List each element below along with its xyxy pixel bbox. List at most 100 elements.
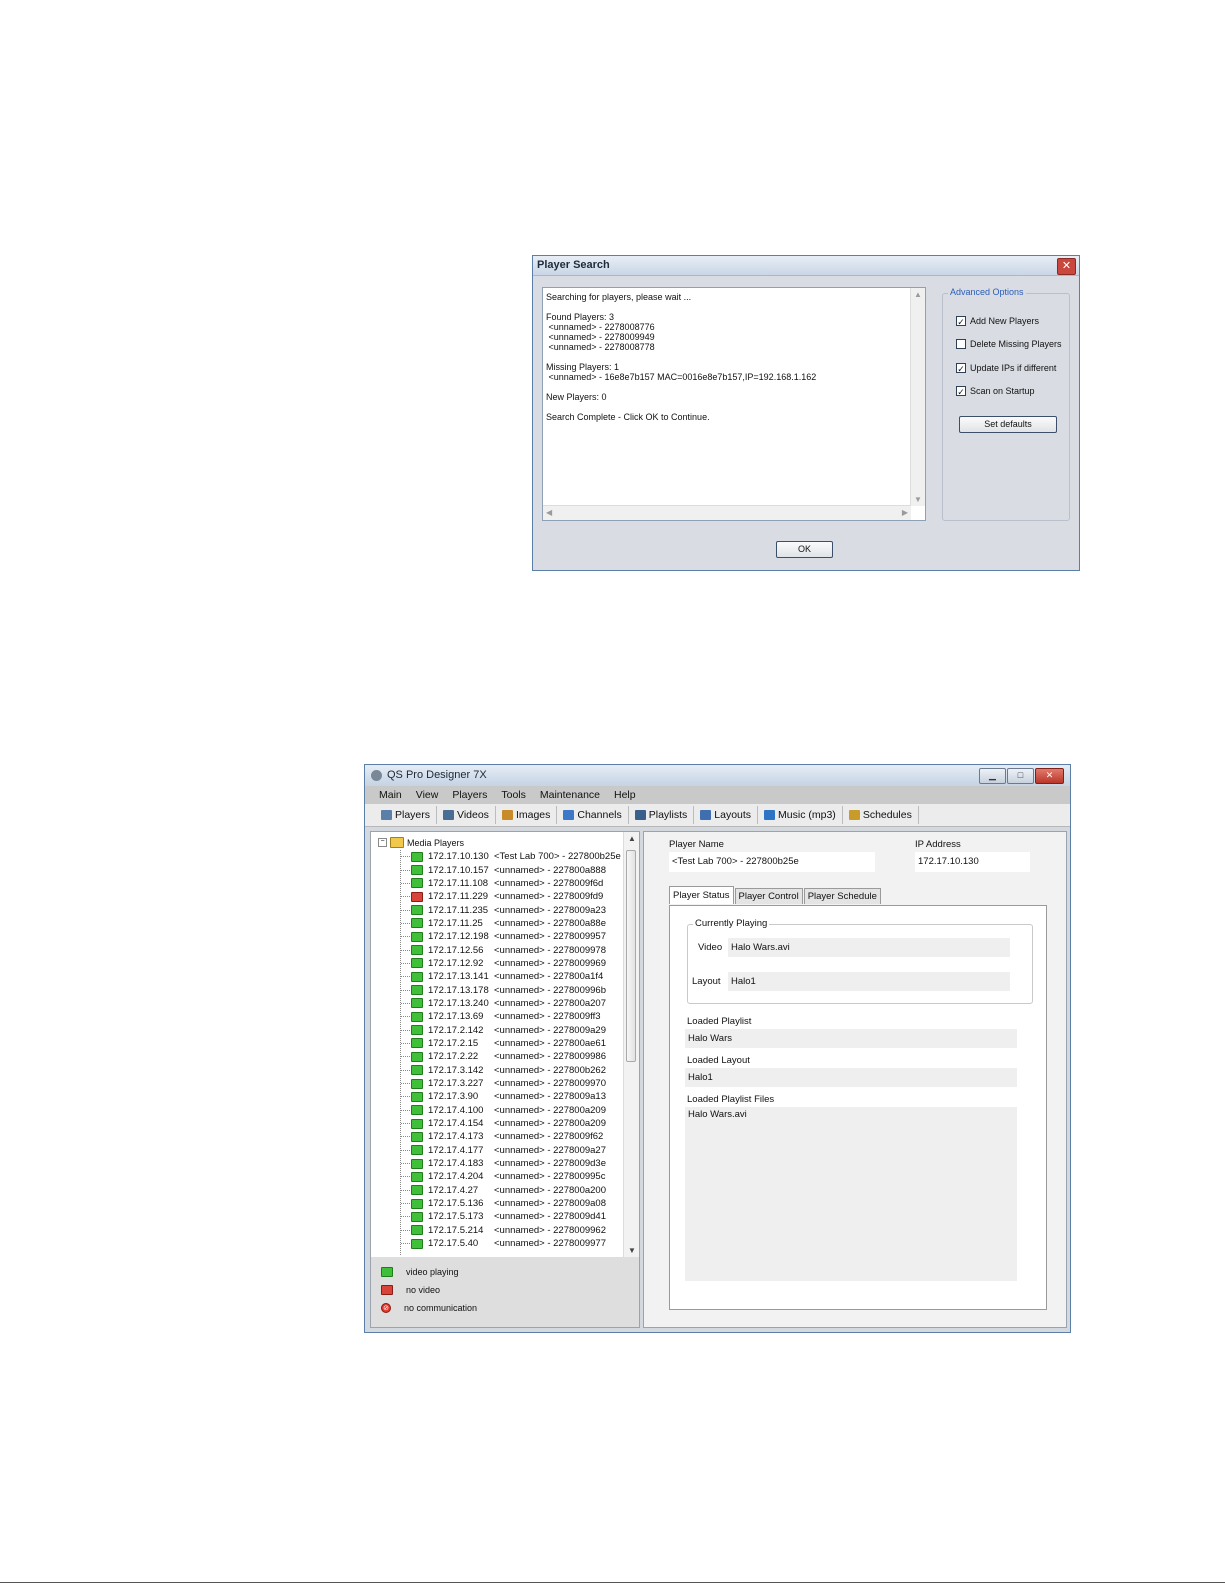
player-row[interactable]: 172.17.12.56 <unnamed> - 2278009978 <box>401 943 621 956</box>
player-name: <unnamed> - 2278009970 <box>494 1078 606 1090</box>
option-checkbox-row[interactable]: Delete Missing Players <box>956 339 1062 349</box>
player-row[interactable]: 172.17.3.227 <unnamed> - 2278009970 <box>401 1077 621 1090</box>
loaded-playlist-files-list[interactable]: Halo Wars.avi <box>685 1107 1017 1281</box>
horizontal-scrollbar[interactable]: ◀ ▶ <box>543 505 911 520</box>
close-icon[interactable]: ✕ <box>1035 768 1064 784</box>
player-row[interactable]: 172.17.3.90 <unnamed> - 2278009a13 <box>401 1090 621 1103</box>
player-row[interactable]: 172.17.11.108 <unnamed> - 2278009f6d <box>401 877 621 890</box>
scroll-down-icon[interactable]: ▼ <box>628 1246 636 1255</box>
toolbar-button[interactable]: Playlists <box>629 806 695 824</box>
player-row[interactable]: 172.17.10.157 <unnamed> - 227800a888 <box>401 863 621 876</box>
player-row[interactable]: 172.17.4.173 <unnamed> - 2278009f62 <box>401 1130 621 1143</box>
player-row[interactable]: 172.17.4.183 <unnamed> - 2278009d3e <box>401 1157 621 1170</box>
set-defaults-button[interactable]: Set defaults <box>959 416 1057 433</box>
log-line: <unnamed> - 2278009949 <box>546 332 655 342</box>
maximize-icon[interactable]: □ <box>1007 768 1034 784</box>
scroll-down-icon[interactable]: ▼ <box>914 495 922 504</box>
monitor-green-icon <box>411 1238 423 1249</box>
player-row[interactable]: 172.17.2.142 <unnamed> - 2278009a29 <box>401 1023 621 1036</box>
advanced-options-group: Advanced Options ✓ Add New Players Delete … <box>942 287 1070 521</box>
detail-tab[interactable]: Player Control <box>734 888 803 904</box>
player-row[interactable]: 172.17.5.173 <unnamed> - 2278009d41 <box>401 1210 621 1223</box>
toolbar-button[interactable]: Players <box>375 806 438 824</box>
player-row[interactable]: 172.17.4.204 <unnamed> - 227800995c <box>401 1170 621 1183</box>
tree-scrollbar[interactable]: ▲ ▼ <box>623 832 639 1257</box>
player-ip: 172.17.4.154 <box>428 1118 484 1130</box>
checkbox-unchecked-icon[interactable] <box>956 339 966 349</box>
ip-address-field[interactable]: 172.17.10.130 <box>915 852 1030 872</box>
window-title-bar[interactable]: QS Pro Designer 7X ▁ □ ✕ <box>365 765 1070 786</box>
player-row[interactable]: 172.17.13.141 <unnamed> - 227800a1f4 <box>401 970 621 983</box>
toolbar-button[interactable]: Layouts <box>694 806 759 824</box>
player-row[interactable]: 172.17.13.240 <unnamed> - 227800a207 <box>401 997 621 1010</box>
toolbar-button[interactable]: Videos <box>437 806 496 824</box>
player-row[interactable]: 172.17.2.15 <unnamed> - 227800ae61 <box>401 1037 621 1050</box>
player-name: <unnamed> - 2278009969 <box>494 957 606 969</box>
player-row[interactable]: 172.17.5.214 <unnamed> - 2278009962 <box>401 1224 621 1237</box>
checkbox-checked-icon[interactable]: ✓ <box>956 316 966 327</box>
search-log[interactable]: Searching for players, please wait ... Fo… <box>542 287 926 521</box>
detail-tab[interactable]: Player Schedule <box>803 888 881 904</box>
player-row[interactable]: 172.17.5.40 <unnamed> - 2278009977 <box>401 1237 621 1250</box>
player-name: <unnamed> - 227800a88e <box>494 917 606 929</box>
tree-connector <box>401 1216 410 1218</box>
checkbox-checked-icon[interactable]: ✓ <box>956 363 966 374</box>
monitor-green-icon <box>411 998 423 1009</box>
players-tree[interactable]: − Media Players 172.17.10.130 <Test Lab 7… <box>371 832 623 1257</box>
player-row[interactable]: 172.17.4.100 <unnamed> - 227800a209 <box>401 1104 621 1117</box>
player-ip: 172.17.3.90 <box>428 1091 479 1103</box>
player-row[interactable]: 172.17.13.69 <unnamed> - 2278009ff3 <box>401 1010 621 1023</box>
player-row[interactable]: 172.17.11.235 <unnamed> - 2278009a23 <box>401 903 621 916</box>
tree-root[interactable]: − Media Players <box>378 837 464 848</box>
player-row[interactable]: 172.17.3.142 <unnamed> - 227800b262 <box>401 1064 621 1077</box>
player-row[interactable]: 172.17.4.27 <unnamed> - 227800a200 <box>401 1184 621 1197</box>
vertical-scrollbar[interactable]: ▲ ▼ <box>910 288 925 506</box>
option-checkbox-row[interactable]: ✓ Update IPs if different <box>956 363 1056 374</box>
tree-connector <box>401 936 410 938</box>
scroll-right-icon[interactable]: ▶ <box>902 508 908 517</box>
toolbar-button[interactable]: Channels <box>557 806 629 824</box>
player-row[interactable]: 172.17.12.92 <unnamed> - 2278009969 <box>401 957 621 970</box>
menu-item[interactable]: Maintenance <box>540 789 600 801</box>
tree-connector <box>401 1243 410 1245</box>
scroll-left-icon[interactable]: ◀ <box>546 508 552 517</box>
player-row[interactable]: 172.17.13.178 <unnamed> - 227800996b <box>401 983 621 996</box>
menu-item[interactable]: Tools <box>501 789 526 801</box>
dialog-title-bar[interactable]: Player Search ✕ <box>533 256 1079 276</box>
advanced-options-title: Advanced Options <box>948 287 1026 297</box>
scroll-up-icon[interactable]: ▲ <box>628 834 636 843</box>
player-row[interactable]: 172.17.5.136 <unnamed> - 2278009a08 <box>401 1197 621 1210</box>
player-row[interactable]: 172.17.10.130 <Test Lab 700> - 227800b25e <box>401 850 621 863</box>
player-row[interactable]: 172.17.4.154 <unnamed> - 227800a209 <box>401 1117 621 1130</box>
scroll-thumb[interactable] <box>626 850 636 1062</box>
close-icon[interactable]: ✕ <box>1057 258 1076 275</box>
option-label: Scan on Startup <box>970 386 1035 396</box>
player-name: <unnamed> - 2278009977 <box>494 1238 606 1250</box>
player-row[interactable]: 172.17.11.25 <unnamed> - 227800a88e <box>401 917 621 930</box>
player-name: <unnamed> - 2278009978 <box>494 944 606 956</box>
monitor-green-icon <box>411 971 423 982</box>
menu-item[interactable]: Players <box>452 789 487 801</box>
toolbar-button[interactable]: Schedules <box>843 806 919 824</box>
player-row[interactable]: 172.17.4.177 <unnamed> - 2278009a27 <box>401 1144 621 1157</box>
minimize-icon[interactable]: ▁ <box>979 768 1006 784</box>
tree-connector <box>401 1029 410 1031</box>
menu-item[interactable]: View <box>416 789 439 801</box>
player-name-field[interactable]: <Test Lab 700> - 227800b25e <box>669 852 875 872</box>
detail-tab[interactable]: Player Status <box>669 886 734 904</box>
player-name: <unnamed> - 227800a207 <box>494 997 606 1009</box>
scroll-up-icon[interactable]: ▲ <box>914 290 922 299</box>
checkbox-checked-icon[interactable]: ✓ <box>956 386 966 397</box>
ok-button[interactable]: OK <box>776 541 833 558</box>
player-row[interactable]: 172.17.12.198 <unnamed> - 2278009957 <box>401 930 621 943</box>
menu-item[interactable]: Help <box>614 789 636 801</box>
option-checkbox-row[interactable]: ✓ Add New Players <box>956 316 1039 327</box>
menu-item[interactable]: Main <box>379 789 402 801</box>
player-row[interactable]: 172.17.2.22 <unnamed> - 2278009986 <box>401 1050 621 1063</box>
toolbar-button[interactable]: Images <box>496 806 558 824</box>
player-row[interactable]: 172.17.11.229 <unnamed> - 2278009fd9 <box>401 890 621 903</box>
toolbar-button[interactable]: Music (mp3) <box>758 806 843 824</box>
collapse-icon[interactable]: − <box>378 838 387 847</box>
option-checkbox-row[interactable]: ✓ Scan on Startup <box>956 386 1035 397</box>
